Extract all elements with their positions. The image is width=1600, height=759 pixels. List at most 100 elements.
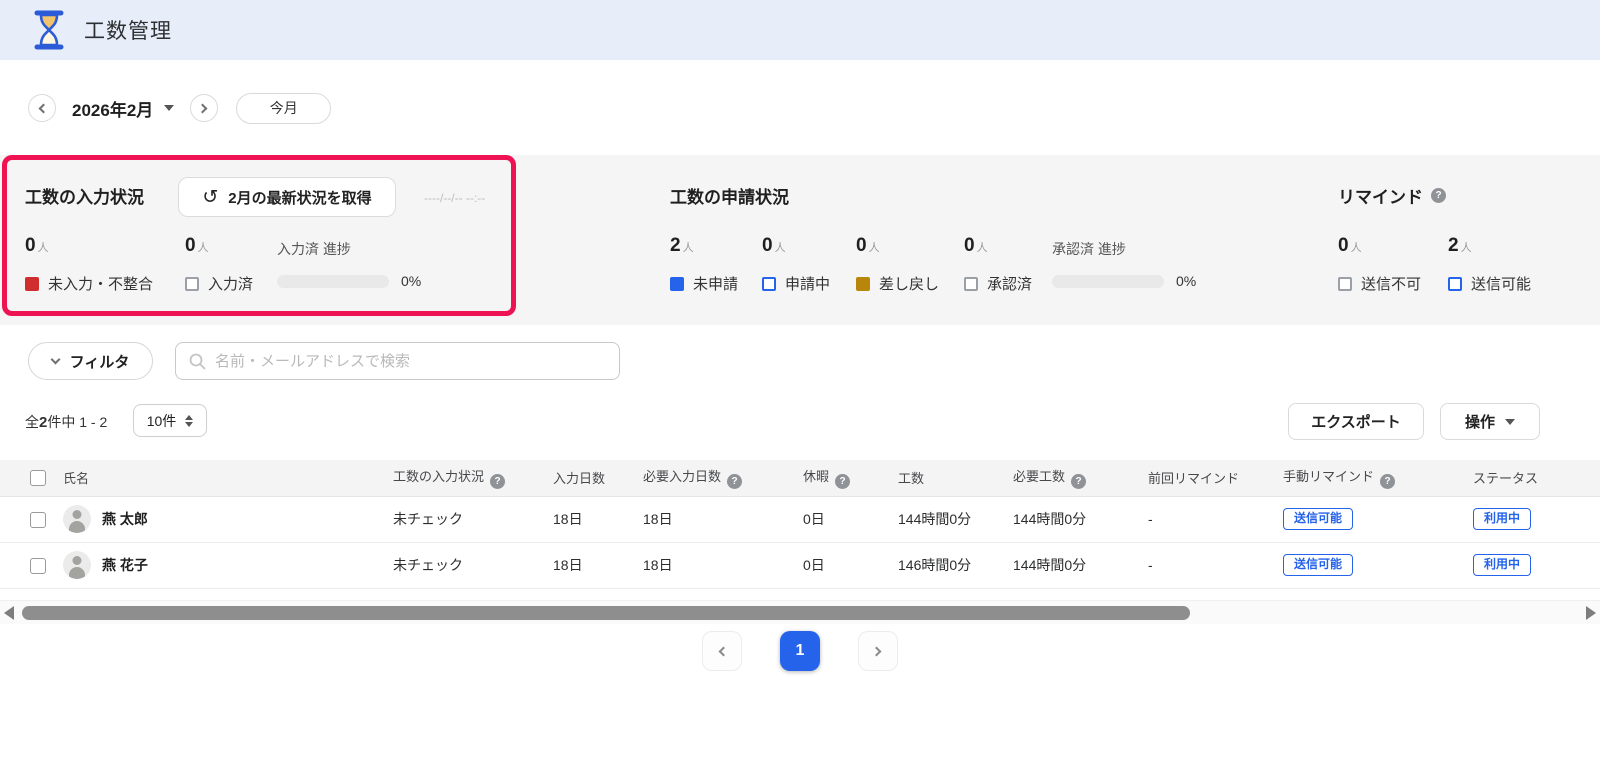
stat-not-entered: 0人 未入力・不整合 [25, 235, 153, 294]
stats-band: 工数の入力状況 ↺ 2月の最新状況を取得 ----/--/-- --:-- 0人… [0, 155, 1600, 325]
chevron-left-icon [718, 646, 729, 656]
column-header-input-status: 工数の入力状況? [385, 460, 545, 497]
stat-value: 0 [762, 235, 773, 256]
horizontal-scrollbar [0, 600, 1600, 624]
stat-unit: 人 [868, 242, 880, 254]
select-all-checkbox[interactable] [30, 470, 46, 487]
chevron-left-icon [38, 103, 49, 113]
app-header: 工数管理 [0, 0, 1600, 60]
select-all-header [0, 460, 55, 497]
search-input[interactable] [215, 352, 606, 370]
manual-remind-badge[interactable]: 送信可能 [1283, 553, 1354, 577]
prev-month-button[interactable] [28, 94, 56, 122]
legend-swatch [856, 276, 870, 291]
column-label: 入力日数 [553, 471, 606, 487]
legend-label: 承認済 [987, 276, 1033, 293]
stat-cannot-send: 0人 送信不可 [1338, 235, 1421, 294]
help-icon[interactable]: ? [1431, 188, 1446, 203]
legend-label: 入力済 [208, 276, 254, 293]
stat-approved: 0人 承認済 [964, 235, 1032, 294]
legend-swatch [762, 276, 776, 291]
help-icon[interactable]: ? [835, 474, 851, 490]
current-month-label: 2026年2月 [72, 100, 154, 120]
required-days-cell: 18日 [635, 542, 795, 589]
current-page-button[interactable]: 1 [780, 631, 820, 671]
legend-label: 申請中 [785, 276, 831, 293]
column-label: 前回リマインド [1148, 471, 1240, 487]
last-remind-cell: - [1140, 496, 1275, 543]
page-size-select[interactable]: 10件 [133, 404, 207, 437]
help-icon[interactable]: ? [727, 474, 743, 490]
vacation-cell: 0日 [795, 542, 890, 589]
name-cell: 燕 太郎 [55, 496, 385, 543]
result-count: 全2件中 1 - 2 [25, 414, 108, 431]
scroll-left-arrow[interactable] [4, 606, 14, 620]
member-name: 燕 太郎 [102, 511, 148, 527]
column-header-hours: 工数 [890, 460, 1005, 497]
stat-unit: 人 [197, 242, 209, 254]
help-icon[interactable]: ? [1380, 474, 1396, 490]
column-header-required-hours: 必要工数? [1005, 460, 1140, 497]
refresh-button-label: 2月の最新状況を取得 [228, 189, 372, 207]
last-fetched-timestamp: ----/--/-- --:-- [424, 191, 486, 205]
progress-percent: 0% [401, 273, 422, 289]
help-icon[interactable]: ? [1071, 474, 1087, 490]
manual-remind-badge[interactable]: 送信可能 [1283, 507, 1354, 531]
stat-value: 2 [670, 235, 681, 256]
column-header-name: 氏名 [55, 460, 385, 497]
prev-page-button[interactable] [702, 631, 742, 671]
scrollbar-thumb[interactable] [22, 606, 1190, 620]
input-status-cell: 未チェック [385, 496, 545, 543]
stat-value: 0 [25, 235, 36, 256]
help-icon[interactable]: ? [490, 474, 506, 490]
scroll-right-arrow[interactable] [1586, 606, 1596, 620]
filter-button[interactable]: フィルタ [28, 342, 153, 380]
next-month-button[interactable] [190, 94, 219, 122]
column-header-input-days: 入力日数 [545, 460, 635, 497]
required-hours-cell: 144時間0分 [1005, 542, 1140, 589]
actions-button-label: 操作 [1464, 414, 1495, 431]
search-icon [189, 353, 206, 370]
stat-value: 0 [856, 235, 867, 256]
chevron-right-icon [871, 646, 882, 656]
legend-swatch [25, 276, 39, 291]
stat-value: 2 [1448, 235, 1459, 256]
legend-swatch [1448, 276, 1462, 291]
refresh-status-button[interactable]: ↺ 2月の最新状況を取得 [178, 177, 396, 217]
row-checkbox[interactable] [30, 557, 46, 574]
approval-progress: 承認済 進捗 0% [1052, 239, 1196, 289]
legend-swatch [185, 276, 199, 291]
today-button[interactable]: 今月 [236, 92, 332, 124]
row-checkbox[interactable] [30, 511, 46, 528]
stat-can-send: 2人 送信可能 [1448, 235, 1531, 294]
export-button[interactable]: エクスポート [1288, 403, 1424, 440]
remind-title: リマインド ? [1338, 183, 1446, 208]
next-page-button[interactable] [858, 631, 898, 671]
column-label: 必要入力日数 [643, 469, 722, 485]
chevron-right-icon [197, 103, 208, 113]
vacation-cell: 0日 [795, 496, 890, 543]
input-days-cell: 18日 [545, 542, 635, 589]
table-row: 燕 花子 未チェック 18日 18日 0日 146時間0分 144時間0分 - 送信可能 利用中 [0, 542, 1600, 589]
stat-unit: 人 [1350, 242, 1362, 254]
month-selector[interactable]: 2026年2月 [72, 96, 175, 121]
stat-value: 0 [185, 235, 196, 256]
progress-bar [277, 274, 389, 288]
avatar-icon [63, 551, 91, 579]
column-header-last-remind: 前回リマインド [1140, 460, 1275, 497]
progress-label: 承認済 進捗 [1052, 241, 1126, 257]
progress-label: 入力済 進捗 [277, 241, 351, 257]
required-hours-cell: 144時間0分 [1005, 496, 1140, 543]
column-header-vacation: 休暇? [795, 460, 890, 497]
column-header-required-days: 必要入力日数? [635, 460, 795, 497]
stat-not-requested: 2人 未申請 [670, 235, 738, 294]
legend-label: 未入力・不整合 [48, 276, 154, 293]
member-table: 氏名 工数の入力状況? 入力日数 必要入力日数? 休暇? 工数 必要工数? 前回リマインド 手動… [0, 460, 1600, 589]
chevron-down-icon [50, 354, 61, 365]
column-label: 氏名 [63, 471, 90, 487]
actions-button[interactable]: 操作 [1440, 403, 1540, 440]
input-days-cell: 18日 [545, 496, 635, 543]
legend-label: 送信不可 [1361, 276, 1422, 293]
column-header-manual-remind: 手動リマインド? [1275, 460, 1465, 497]
spinner-icon [185, 414, 194, 427]
